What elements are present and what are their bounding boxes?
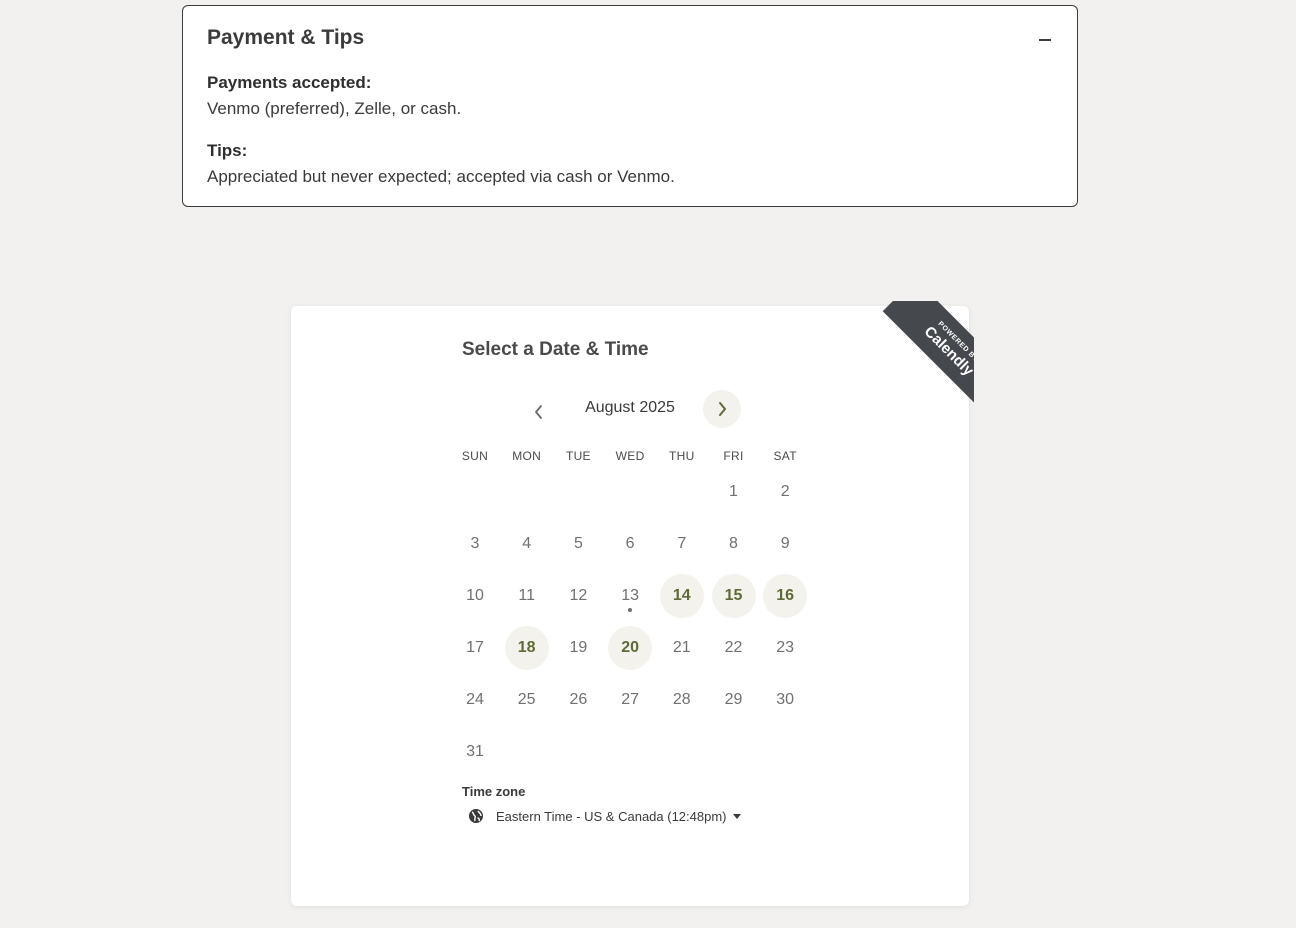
minus-icon[interactable] bbox=[1033, 28, 1057, 52]
calendar-day: 29 bbox=[724, 691, 743, 708]
calendar-day: 30 bbox=[776, 691, 795, 708]
calendar-day: 24 bbox=[466, 691, 484, 708]
calendar-day: 2 bbox=[780, 483, 790, 500]
available-day-button[interactable]: 15 bbox=[711, 574, 756, 618]
calendar-day: 9 bbox=[780, 535, 790, 552]
timezone-select[interactable]: Eastern Time - US & Canada (12:48pm) bbox=[468, 808, 741, 824]
weekday-tue: TUE bbox=[565, 449, 591, 463]
calendar-day: 23 bbox=[776, 639, 795, 656]
weekday-sat: SAT bbox=[773, 449, 797, 463]
calendar-day: 5 bbox=[573, 535, 583, 552]
weekday-mon: MON bbox=[512, 449, 542, 463]
payments-accepted-text: Venmo (preferred), Zelle, or cash. bbox=[207, 99, 462, 118]
available-day-button[interactable]: 18 bbox=[504, 626, 549, 670]
calendar-day: 27 bbox=[621, 691, 639, 708]
calendar-day: 1 bbox=[729, 483, 738, 500]
calendar-day: 28 bbox=[672, 691, 691, 708]
chevron-right-icon bbox=[719, 402, 726, 416]
calendar-day: 8 bbox=[729, 535, 738, 552]
available-day-button[interactable]: 14 bbox=[659, 574, 704, 618]
tips-text: Appreciated but never expected; accepted… bbox=[207, 167, 675, 186]
payment-tips-accordion: Payment & Tips Payments accepted: Venmo … bbox=[182, 5, 1078, 207]
timezone-label: Time zone bbox=[462, 784, 526, 799]
chevron-left-icon bbox=[535, 405, 542, 419]
calendar-day: 22 bbox=[724, 639, 743, 656]
available-day-button[interactable]: 16 bbox=[763, 574, 808, 618]
calendar-day: 6 bbox=[625, 535, 635, 552]
next-month-button[interactable] bbox=[703, 390, 741, 428]
weekday-fri: FRI bbox=[723, 449, 744, 463]
weekday-sun: SUN bbox=[461, 449, 489, 463]
calendar-day: 26 bbox=[569, 691, 588, 708]
calendar-day: 25 bbox=[517, 691, 536, 708]
powered-by-calendly-badge[interactable]: POWERED BY Calendly bbox=[869, 301, 974, 406]
weekday-wed: WED bbox=[615, 449, 645, 463]
calendar-day: 3 bbox=[470, 535, 480, 552]
calendar-day: 12 bbox=[569, 587, 588, 604]
calendar-day: 31 bbox=[466, 743, 484, 760]
timezone-value: Eastern Time - US & Canada (12:48pm) bbox=[496, 808, 727, 824]
ribbon: POWERED BY Calendly bbox=[882, 301, 974, 406]
tips-label: Tips: bbox=[207, 141, 248, 160]
prev-month-button[interactable] bbox=[521, 394, 557, 430]
globe-icon bbox=[469, 809, 483, 823]
caret-down-icon bbox=[732, 813, 741, 819]
month-label: August 2025 bbox=[585, 399, 675, 416]
widget-title: Select a Date & Time bbox=[462, 339, 649, 360]
calendar-day: 21 bbox=[672, 639, 691, 656]
accordion-title[interactable]: Payment & Tips bbox=[207, 26, 364, 50]
calendar-day: 11 bbox=[518, 587, 535, 604]
weekday-thu: THU bbox=[669, 449, 695, 463]
payments-accepted-label: Payments accepted: bbox=[207, 73, 372, 92]
calendly-widget: Select a Date & Time August 2025 SUN MON T… bbox=[291, 306, 969, 906]
calendar-day: 7 bbox=[677, 535, 687, 552]
calendar-day: 10 bbox=[466, 587, 484, 604]
calendar-day: 17 bbox=[466, 639, 484, 656]
available-day-button[interactable]: 20 bbox=[608, 626, 653, 670]
calendar-day: 19 bbox=[569, 639, 588, 656]
calendar-day: 4 bbox=[522, 535, 532, 552]
